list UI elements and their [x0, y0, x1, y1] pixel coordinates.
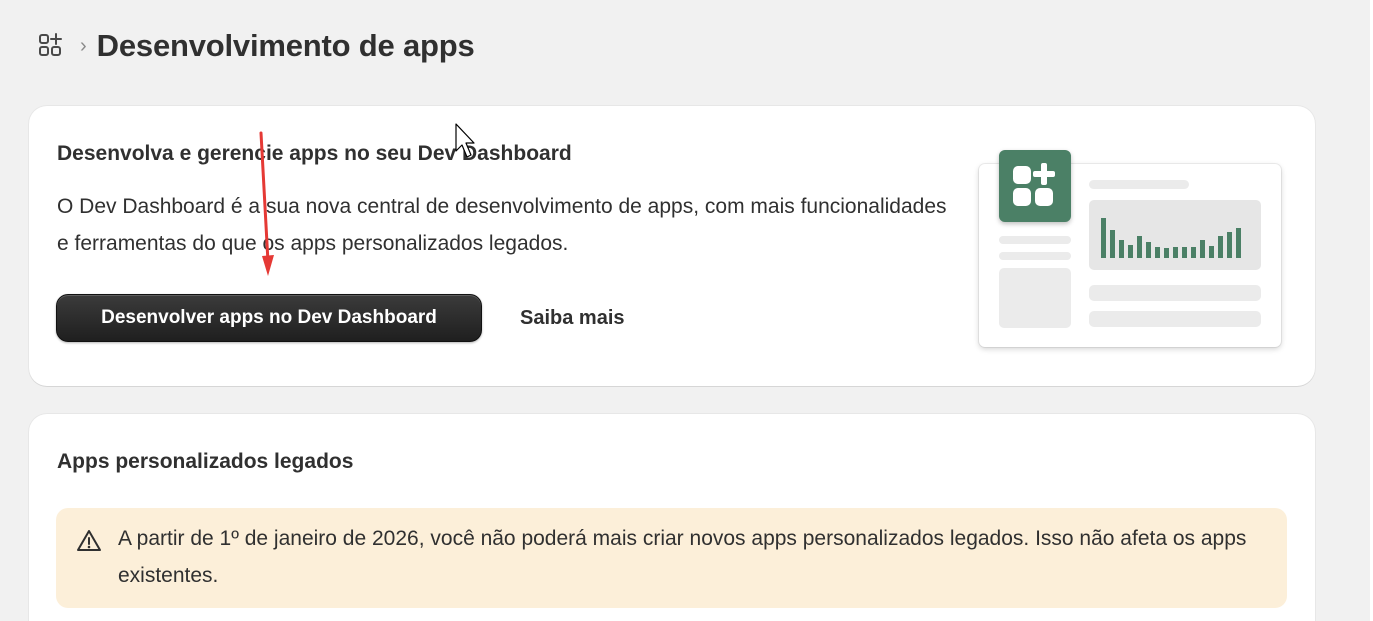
warning-text: A partir de 1º de janeiro de 2026, você …	[118, 527, 1247, 587]
apps-add-icon[interactable]	[38, 33, 64, 59]
illustration-chart-box	[1089, 200, 1261, 270]
page-title: Desenvolvimento de apps	[96, 28, 475, 63]
legacy-apps-card: Apps personalizados legados A partir de …	[29, 414, 1315, 621]
illustration-line	[1089, 311, 1261, 327]
card-heading: Apps personalizados legados	[57, 450, 354, 473]
illustration-chart	[1101, 218, 1241, 258]
learn-more-button[interactable]: Saiba mais	[520, 302, 625, 334]
card-description: O Dev Dashboard é a sua nova central de …	[57, 195, 947, 255]
card-heading: Desenvolva e gerencie apps no seu Dev Da…	[57, 142, 572, 165]
apps-add-tile-glyph	[1013, 163, 1055, 206]
illustration-line	[999, 252, 1071, 260]
warning-banner: A partir de 1º de janeiro de 2026, você …	[56, 508, 1287, 608]
illustration-line	[999, 236, 1071, 244]
dashboard-illustration	[979, 146, 1289, 351]
breadcrumb: › Desenvolvimento de apps	[38, 26, 475, 66]
warning-icon	[76, 528, 102, 554]
illustration-line	[1089, 180, 1189, 189]
illustration-block	[999, 268, 1071, 328]
develop-apps-button[interactable]: Desenvolver apps no Dev Dashboard	[56, 294, 482, 342]
breadcrumb-separator: ›	[80, 35, 87, 57]
dev-dashboard-card: Desenvolva e gerencie apps no seu Dev Da…	[29, 106, 1315, 386]
apps-tile-icon	[999, 150, 1071, 222]
page: › Desenvolvimento de apps Desenvolva e g…	[0, 0, 1373, 621]
illustration-line	[1089, 285, 1261, 301]
